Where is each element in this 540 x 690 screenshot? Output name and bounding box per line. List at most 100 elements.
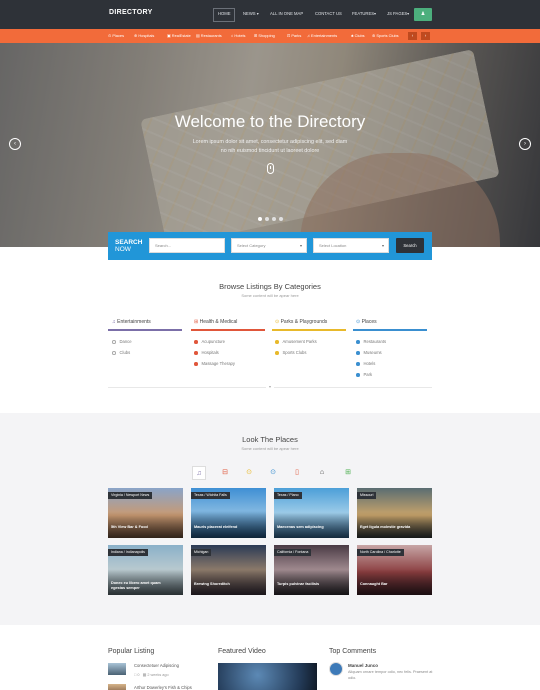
- place-location-tag: California / Fontana: [274, 549, 312, 556]
- nav-news[interactable]: NEWS ▾: [243, 11, 259, 16]
- category-next-arrow[interactable]: ›: [421, 32, 430, 40]
- list-item[interactable]: Clubs: [112, 350, 130, 355]
- place-location-tag: Indiana / Indianapolis: [108, 549, 148, 556]
- places-subtitle: Some content will be apear here: [241, 446, 299, 451]
- search-input[interactable]: Search...: [149, 238, 225, 253]
- scroll-mouse-icon[interactable]: [267, 163, 274, 174]
- chevron-down-icon: ▾: [381, 243, 384, 248]
- place-card[interactable]: Texas / Plano Maecenas sem adipiscing: [274, 488, 349, 538]
- search-now-label: SEARCH NOW: [115, 239, 143, 253]
- listing-thumbnail[interactable]: [108, 663, 126, 675]
- site-logo[interactable]: DIRECTORY: [109, 9, 153, 16]
- category-places[interactable]: ⊙ Places: [108, 33, 124, 38]
- browse-title: Browse Listings By Categories: [219, 282, 321, 291]
- expand-chevron-icon[interactable]: ▾: [266, 384, 274, 390]
- featured-video-player[interactable]: [218, 663, 317, 690]
- graduation-icon[interactable]: ⌂: [315, 466, 329, 480]
- search-button[interactable]: Search: [396, 238, 424, 253]
- place-card[interactable]: Missouri Eget ligula molestie gravida: [357, 488, 432, 538]
- category-select[interactable]: Select Category ▾: [231, 238, 307, 253]
- hero-subtitle: Lorem ipsum dolor sit amet, consectetur …: [192, 139, 348, 154]
- location-select[interactable]: Select Location ▾: [313, 238, 389, 253]
- top-comments-title: Top Comments: [329, 648, 377, 655]
- slider-dot-1[interactable]: [258, 217, 262, 221]
- calendar-icon: ▦: [142, 673, 147, 677]
- category-hotels[interactable]: ⌂ Hotels: [231, 33, 245, 38]
- list-item[interactable]: Restaurants: [356, 339, 386, 344]
- places-title: Look The Places: [242, 435, 298, 444]
- nav-js-pages[interactable]: JS PAGES▾: [387, 11, 409, 16]
- place-card[interactable]: Michigan Brewing Shoreditch: [191, 545, 266, 595]
- nav-all-in-one-map[interactable]: ALL IN ONE MAP: [270, 11, 303, 16]
- slider-dot-4[interactable]: [279, 217, 283, 221]
- category-clubs[interactable]: ♣ Clubs: [351, 33, 365, 38]
- location-icon[interactable]: ⊙: [266, 466, 280, 480]
- column-places[interactable]: ⊙ Places: [356, 319, 377, 325]
- place-caption: Mauris placerat eleifend: [194, 525, 238, 529]
- category-realestate[interactable]: ▣ RealEstate: [167, 33, 191, 38]
- list-item[interactable]: Massage Therapy: [194, 361, 235, 366]
- place-caption: Turpis pulvinar facilisis: [277, 582, 320, 586]
- list-item[interactable]: Hotels: [356, 361, 375, 366]
- category-sports-clubs[interactable]: ⊛ Sports Clubs: [372, 33, 399, 38]
- listing-meta: □ 0 ▦ 2 weeks ago: [134, 673, 169, 677]
- music-icon[interactable]: ♫: [192, 466, 206, 480]
- briefcase-icon: ⊞: [194, 319, 199, 325]
- pin-icon[interactable]: ⊙: [242, 466, 256, 480]
- place-card[interactable]: Virginia / Newport News 5th View Bar & F…: [108, 488, 183, 538]
- nav-features[interactable]: FEATURES▾: [352, 11, 376, 16]
- hero-next-arrow[interactable]: ›: [519, 138, 531, 150]
- column-health-medical[interactable]: ⊞ Health & Medical: [194, 319, 237, 325]
- place-caption: Brewing Shoreditch: [194, 582, 230, 586]
- list-item[interactable]: Acupuncture: [194, 339, 225, 344]
- car-icon[interactable]: ⊟: [218, 466, 232, 480]
- slider-dot-2[interactable]: [265, 217, 269, 221]
- places-section: [0, 413, 540, 625]
- featured-video-title: Featured Video: [218, 648, 266, 655]
- place-caption: Eget ligula molestie gravida: [360, 525, 411, 529]
- list-item[interactable]: Hospitals: [194, 350, 219, 355]
- nav-home[interactable]: HOME: [218, 11, 231, 16]
- place-location-tag: North Carolina / Charlotte: [357, 549, 404, 556]
- place-card[interactable]: Texas / Wichita Falls Mauris placerat el…: [191, 488, 266, 538]
- column-parks-playgrounds[interactable]: ⊙ Parks & Playgrounds: [275, 319, 327, 325]
- place-card[interactable]: Indiana / Indianapolis Donec eu libero a…: [108, 545, 183, 595]
- place-card[interactable]: North Carolina / Charlotte Connaught Bar: [357, 545, 432, 595]
- category-restaurants[interactable]: ▤ Restaurants: [196, 33, 222, 38]
- hero-prev-arrow[interactable]: ‹: [9, 138, 21, 150]
- column-entertainments[interactable]: ♫ Entertainments: [112, 319, 151, 325]
- hero-title: Welcome to the Directory: [174, 112, 366, 131]
- category-parks[interactable]: ⊡ Parks: [287, 33, 301, 38]
- category-hospitals[interactable]: ⊕ Hospitals: [134, 33, 154, 38]
- cart-icon[interactable]: ⊞: [341, 466, 355, 480]
- listing-title[interactable]: Arthur Dowerley's Fish & Chips: [134, 685, 192, 690]
- category-prev-arrow[interactable]: ‹: [408, 32, 417, 40]
- list-item[interactable]: Sports Clubs: [275, 350, 306, 355]
- user-icon: ♟: [420, 11, 426, 17]
- slider-dot-3[interactable]: [272, 217, 276, 221]
- place-caption: Connaught Bar: [360, 582, 388, 586]
- category-shopping[interactable]: ⊞ Shopping: [254, 33, 275, 38]
- map-pin-icon: ⊙: [275, 319, 280, 325]
- user-button[interactable]: ♟: [414, 8, 432, 21]
- listing-title[interactable]: Consectetuer Adipiscing: [134, 663, 179, 668]
- list-item[interactable]: Dance: [112, 339, 132, 344]
- nav-contact-us[interactable]: CONTACT US: [315, 11, 342, 16]
- list-item[interactable]: Park: [356, 372, 372, 377]
- avatar[interactable]: [329, 662, 343, 676]
- listing-thumbnail[interactable]: [108, 684, 126, 690]
- commenter-name[interactable]: Manuel Junco: [348, 663, 378, 668]
- popular-listing-title: Popular Listing: [108, 648, 155, 655]
- place-location-tag: Missouri: [357, 492, 377, 499]
- category-entertainments[interactable]: ♫ Entertainments: [307, 33, 337, 38]
- location-icon: ⊙: [356, 319, 361, 325]
- place-location-tag: Virginia / Newport News: [108, 492, 153, 499]
- place-location-tag: Texas / Wichita Falls: [191, 492, 230, 499]
- phone-icon[interactable]: ▯: [290, 466, 304, 480]
- place-card[interactable]: California / Fontana Turpis pulvinar fac…: [274, 545, 349, 595]
- list-item[interactable]: Amusement Parks: [275, 339, 317, 344]
- comment-icon: □: [134, 673, 137, 677]
- comment-text: Aliquam ornare tempor odio, nec felis. P…: [348, 670, 433, 680]
- list-item[interactable]: Museums: [356, 350, 382, 355]
- place-location-tag: Texas / Plano: [274, 492, 302, 499]
